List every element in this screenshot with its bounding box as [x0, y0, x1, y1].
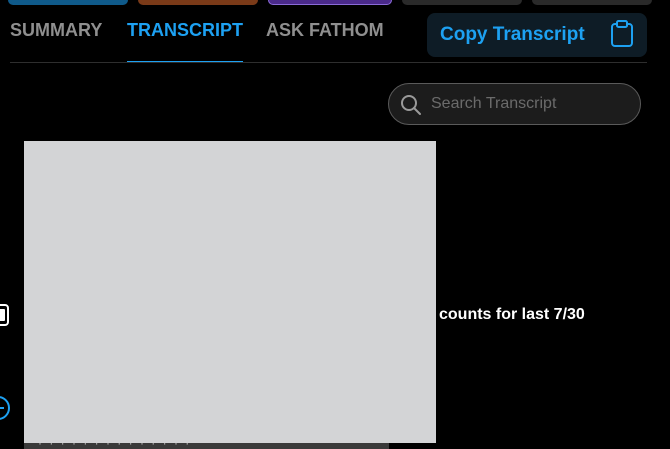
copy-line-icon[interactable]	[0, 304, 10, 326]
redacted-area	[24, 141, 436, 443]
search-icon	[401, 95, 421, 115]
tab-transcript[interactable]: TRANSCRIPT	[127, 20, 243, 64]
search-box	[388, 83, 641, 125]
copy-transcript-button[interactable]: Copy Transcript	[427, 13, 647, 57]
clipboard-icon	[611, 20, 633, 47]
tab-summary[interactable]: SUMMARY	[10, 20, 102, 64]
search-input[interactable]	[431, 92, 631, 116]
strip-segment[interactable]	[532, 0, 652, 5]
top-color-strip	[0, 0, 670, 6]
copy-transcript-label: Copy Transcript	[440, 24, 585, 45]
play-circle-icon[interactable]	[0, 394, 12, 422]
tab-divider	[10, 62, 647, 63]
strip-segment-selected[interactable]	[268, 0, 392, 5]
strip-segment[interactable]	[8, 0, 128, 5]
strip-segment[interactable]	[138, 0, 258, 5]
tab-ask-fathom[interactable]: ASK FATHOM	[266, 20, 384, 64]
strip-segment[interactable]	[402, 0, 522, 5]
transcript-text: counts for last 7/30	[439, 306, 585, 323]
